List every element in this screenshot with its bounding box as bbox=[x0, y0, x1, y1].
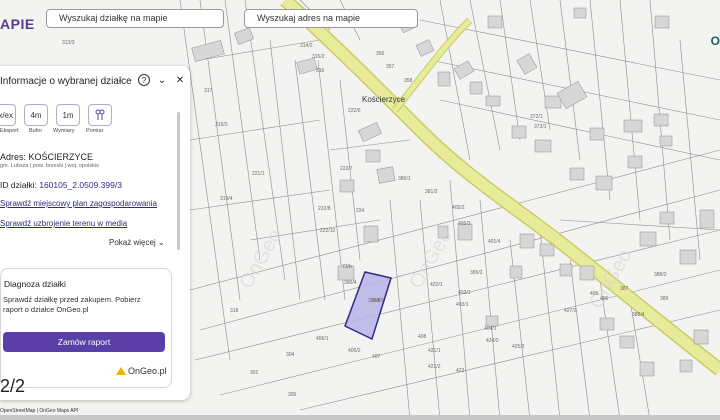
dimensions-tile-label: Wymiary bbox=[53, 128, 75, 134]
parcel-number-label: 399/3 bbox=[371, 298, 384, 304]
parcel-info-panel: Informacje o wybranej działce ? ⌄ ✕ 7x/e… bbox=[0, 66, 190, 400]
parcel-number-label: 405 bbox=[590, 291, 599, 297]
measure-tile[interactable] bbox=[88, 104, 112, 126]
diagnosis-title: Diagnoza działki bbox=[4, 279, 66, 289]
parcel-number-label: 402/1 bbox=[458, 290, 471, 296]
zoning-plan-link[interactable]: Sprawdź miejscowy plan zagospodarowania bbox=[0, 199, 157, 208]
parcel-number-label: 318 bbox=[230, 308, 239, 314]
parcel-number-label: 422 bbox=[456, 368, 465, 374]
ongeo-logo-icon bbox=[116, 367, 126, 375]
export-tile-value: 7x/ex bbox=[0, 110, 13, 120]
parcel-number-label: 319/4 bbox=[220, 196, 233, 202]
parcel-number-label: 222/6 bbox=[348, 108, 361, 114]
parcel-number-label: 224 bbox=[356, 208, 365, 214]
utilities-link[interactable]: Sprawdź uzbrojenie terenu w media bbox=[0, 219, 127, 228]
brand-right-logo: O bbox=[710, 34, 720, 48]
parcel-number-label: 406 bbox=[600, 296, 609, 302]
parcel-number-label: 313/3 bbox=[62, 40, 75, 46]
measure-icon bbox=[95, 109, 105, 120]
result-pager: 2/2 bbox=[0, 376, 26, 396]
close-icon[interactable]: ✕ bbox=[174, 74, 186, 86]
parcel-number-label: 222/8 bbox=[318, 206, 331, 212]
order-report-button[interactable]: Zamów raport bbox=[3, 332, 165, 352]
parcel-number-label: 427/2 bbox=[564, 308, 577, 314]
parcel-number-label: 404/1 bbox=[484, 326, 497, 332]
show-more-button[interactable]: Pokaż więcej ⌄ bbox=[109, 238, 165, 247]
parcel-id-value: 160105_2.0509.399/3 bbox=[39, 180, 122, 190]
dimensions-tile-value: 1m bbox=[62, 110, 74, 120]
village-label: Kościerzyce bbox=[362, 95, 406, 104]
parcel-number-label: 388/4 bbox=[632, 312, 645, 318]
show-more-label: Pokaż więcej bbox=[109, 238, 156, 247]
parcel-number-label: 380/1 bbox=[398, 176, 411, 182]
parcel-number-label: 319/3 bbox=[215, 122, 228, 128]
parcel-number-label: 305 bbox=[288, 392, 297, 398]
parcel-number-label: 358 bbox=[404, 78, 413, 84]
parcel-number-label: 387 bbox=[620, 286, 629, 292]
address-subtext: gm. Lubsza | pow. brzeski | woj. opolski… bbox=[0, 163, 100, 169]
parcel-number-label: 304 bbox=[286, 352, 295, 358]
parcel-number-label: 401/4 bbox=[488, 239, 501, 245]
panel-header-actions: ? ⌄ ✕ bbox=[138, 74, 186, 86]
parcel-number-label: 73/b bbox=[342, 264, 352, 270]
parcel-number-label: 390/4 bbox=[344, 280, 357, 286]
parcel-number-label: 405/2 bbox=[452, 205, 465, 211]
parcel-number-label: 406/1 bbox=[316, 336, 329, 342]
map-attribution: OpenStreetMap | OnGeo Maps API bbox=[0, 408, 79, 414]
parcel-number-label: 407 bbox=[372, 354, 381, 360]
parcel-number-label: 403/1 bbox=[456, 302, 469, 308]
parcel-number-label: 356 bbox=[376, 51, 385, 57]
parcel-number-label: 389 bbox=[660, 296, 669, 302]
parcel-number-label: 406/2 bbox=[348, 348, 361, 354]
ongeo-logo: OnGeo.pl bbox=[116, 366, 167, 376]
buffer-tile[interactable]: 4m bbox=[24, 104, 48, 126]
parcel-number-label: 222/10 bbox=[320, 228, 336, 234]
help-icon[interactable]: ? bbox=[138, 74, 150, 86]
export-tile-label: Eksport bbox=[0, 128, 19, 134]
parcel-number-label: 408 bbox=[418, 334, 427, 340]
action-tiles: 7x/ex 4m 1m bbox=[0, 104, 112, 126]
parcel-number-label: 357 bbox=[386, 64, 395, 70]
parcel-number-label: 316 bbox=[316, 68, 325, 74]
diagnosis-card: Diagnoza działki Sprawdź działkę przed z… bbox=[0, 268, 172, 388]
parcel-id-label: ID działki: bbox=[0, 180, 37, 190]
ongeo-logo-text: OnGeo.pl bbox=[128, 366, 167, 376]
measure-tile-label: Pomiar bbox=[86, 128, 104, 134]
bottom-bar bbox=[0, 415, 720, 420]
parcel-number-label: 422/1 bbox=[430, 282, 443, 288]
parcel-id: ID działki: 160105_2.0509.399/3 bbox=[0, 180, 122, 190]
parcel-number-label: 405/3 bbox=[458, 221, 471, 227]
dimensions-tile[interactable]: 1m bbox=[56, 104, 80, 126]
buffer-tile-label: Bufor bbox=[29, 128, 43, 134]
parcel-number-label: 301 bbox=[250, 370, 259, 376]
parcel-number-label: 425/2 bbox=[512, 344, 525, 350]
brand-logo: APIE bbox=[0, 16, 35, 32]
parcel-number-label: 424/2 bbox=[486, 338, 499, 344]
parcel-number-label: 315/2 bbox=[312, 54, 325, 60]
parcel-number-label: 221/1 bbox=[252, 171, 265, 177]
chevron-down-icon: ⌄ bbox=[157, 238, 165, 247]
parcel-number-label: 389/2 bbox=[470, 270, 483, 276]
address-text: Adres: KOŚCIERZYCE bbox=[0, 152, 94, 162]
address-search-input[interactable]: Wyszukaj adres na mapie bbox=[244, 9, 418, 28]
parcel-number-label: 317 bbox=[204, 88, 213, 94]
parcel-number-label: 421/2 bbox=[428, 364, 441, 370]
panel-scrollbar[interactable] bbox=[177, 112, 180, 250]
export-tile[interactable]: 7x/ex bbox=[0, 104, 16, 126]
parcel-number-label: 314/2 bbox=[300, 43, 313, 49]
chevron-down-icon[interactable]: ⌄ bbox=[156, 74, 168, 86]
panel-title: Informacje o wybranej działce bbox=[0, 76, 132, 87]
parcel-search-input[interactable]: Wyszukaj działkę na mapie bbox=[46, 9, 224, 28]
buffer-tile-value: 4m bbox=[30, 110, 42, 120]
parcel-number-label: 372/1 bbox=[530, 114, 543, 120]
parcel-number-label: 373/1 bbox=[534, 124, 547, 130]
diagnosis-body: Sprawdź działkę przed zakupem. Pobierz r… bbox=[3, 295, 141, 314]
parcel-number-label: 421/1 bbox=[428, 348, 441, 354]
parcel-number-label: 222/7 bbox=[340, 166, 353, 172]
parcel-number-label: 381/2 bbox=[425, 189, 438, 195]
parcel-number-label: 388/2 bbox=[654, 272, 667, 278]
